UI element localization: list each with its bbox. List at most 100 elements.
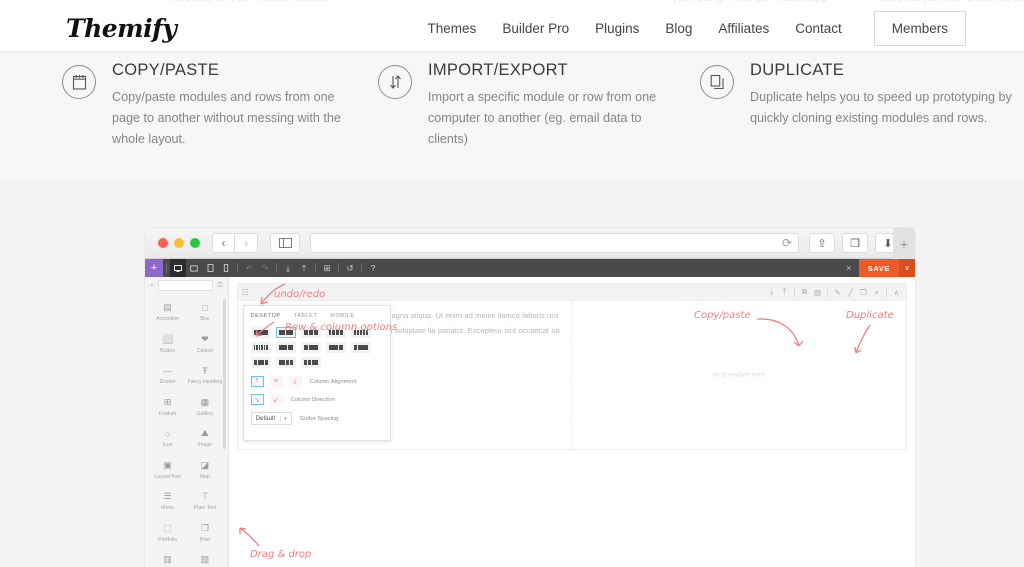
forward-icon[interactable]: › [235, 233, 258, 253]
module-item[interactable]: ❐ Post [186, 523, 223, 544]
module-search-input[interactable] [157, 280, 214, 291]
feature-title: IMPORT/EXPORT [428, 61, 568, 79]
edit-row-icon[interactable]: ╱ [845, 286, 856, 299]
module-item[interactable]: — Divider [149, 365, 186, 386]
share-icon[interactable]: ⇧ [809, 233, 835, 253]
direction-normal-icon[interactable]: ↘ [250, 394, 264, 405]
members-button[interactable]: Members [873, 11, 966, 46]
column-layout-option[interactable] [275, 357, 296, 368]
desktop-view-icon[interactable] [170, 259, 186, 277]
direction-reverse-icon[interactable]: ↙ [269, 394, 283, 405]
align-top-icon[interactable]: ⤒ [250, 376, 264, 387]
close-window-dot[interactable] [158, 238, 168, 248]
column-layout-option[interactable] [350, 342, 371, 353]
save-options-caret-icon[interactable]: ∨ [899, 259, 915, 277]
faded-text-center: your design with our mobile app [672, 0, 827, 4]
module-icon: □ [202, 302, 208, 313]
import-row-icon[interactable]: ⤓ [766, 286, 777, 299]
tab-desktop[interactable]: DESKTOP [251, 313, 281, 319]
module-item[interactable]: ▦ Gallery [186, 397, 223, 418]
delete-row-icon[interactable]: × [871, 286, 882, 299]
row-drag-handle-icon[interactable]: ☷ [242, 288, 249, 297]
module-item[interactable]: ▤ Accordion [149, 302, 186, 323]
mobile-view-icon[interactable] [218, 259, 234, 277]
gutter-spacing-select[interactable]: Default ▾ [250, 412, 292, 425]
module-item[interactable]: ▧Slider [186, 554, 223, 567]
module-item[interactable]: Ŧ Fancy Heading [186, 365, 223, 386]
column-layout-option[interactable] [300, 357, 321, 368]
lock-icon[interactable]: ⚿ [217, 282, 222, 290]
new-tab-icon[interactable]: + [893, 228, 915, 259]
redo-icon[interactable]: ↷ [257, 259, 273, 277]
module-panel-scrollbar[interactable] [222, 299, 226, 449]
module-item[interactable]: ⬜ Button [149, 334, 186, 355]
module-icon: ◪ [200, 459, 210, 470]
import-layout-icon[interactable]: ⤓ [280, 259, 296, 277]
collapse-row-icon[interactable]: ∧ [891, 286, 902, 299]
column-options-panel: DESKTOP TABLET MOBILE ⤒ ≡ ⤓ Column Align… [242, 305, 391, 441]
column-layout-option[interactable] [275, 342, 296, 353]
align-bottom-icon[interactable]: ⤓ [288, 376, 302, 387]
align-middle-icon[interactable]: ≡ [269, 376, 283, 387]
module-label: Gallery [196, 410, 214, 417]
nav-item-affiliates[interactable]: Affiliates [718, 21, 769, 36]
site-logo[interactable]: Themify [66, 14, 177, 43]
style-row-icon[interactable]: ✎ [832, 286, 843, 299]
module-item[interactable]: □ Box [186, 302, 223, 323]
reload-icon[interactable]: ⟳ [782, 236, 792, 250]
module-label: Menu [161, 505, 175, 511]
tablet-view-icon[interactable] [202, 259, 218, 277]
add-module-icon[interactable]: + [145, 259, 163, 277]
revision-icon[interactable]: ↺ [342, 259, 358, 277]
undo-icon[interactable]: ↶ [241, 259, 257, 277]
close-builder-icon[interactable]: × [839, 259, 859, 277]
module-item[interactable]: ⬚ Portfolio [149, 523, 186, 544]
module-item[interactable]: ☰ Menu [149, 491, 186, 512]
module-label: Fancy Heading [187, 379, 223, 385]
url-input[interactable]: ⟳ [310, 233, 799, 253]
column-right[interactable]: drop module here [572, 301, 906, 449]
sidebar-toggle-icon[interactable] [270, 233, 300, 253]
module-item[interactable]: ⊤ Plain Text [186, 491, 223, 512]
module-item[interactable]: ▣ Layout Part [149, 460, 186, 481]
drop-module-hint: drop module here [713, 371, 765, 379]
layout-library-icon[interactable]: ⊞ [319, 259, 335, 277]
nav-item-themes[interactable]: Themes [428, 21, 477, 36]
module-icon: ⛰ [201, 428, 209, 438]
duplicate-row-icon[interactable]: ❐ [858, 286, 869, 299]
module-item[interactable]: ⛰ Image [186, 428, 223, 449]
nav-item-plugins[interactable]: Plugins [595, 21, 639, 36]
column-layout-option[interactable] [300, 327, 321, 338]
nav-item-blog[interactable]: Blog [665, 21, 692, 36]
module-item[interactable]: ▥Pricing [149, 554, 186, 567]
back-icon[interactable]: ‹ [212, 233, 235, 253]
column-layout-option[interactable] [350, 327, 371, 338]
tab-tablet[interactable]: TABLET [294, 313, 318, 319]
column-layout-option[interactable] [275, 327, 296, 338]
maximize-window-dot[interactable] [190, 238, 200, 248]
column-layout-option[interactable] [325, 327, 346, 338]
module-item[interactable]: ◪ Map [186, 460, 223, 481]
tablet-landscape-view-icon[interactable] [186, 259, 202, 277]
copy-row-icon[interactable]: ⧉ [799, 286, 810, 299]
module-item[interactable]: ○ Icon [149, 428, 186, 449]
nav-item-contact[interactable]: Contact [795, 21, 842, 36]
export-layout-icon[interactable]: ⤒ [296, 259, 312, 277]
column-layout-option[interactable] [325, 342, 346, 353]
paste-row-icon[interactable]: ▧ [812, 286, 823, 299]
column-layout-option[interactable] [250, 342, 271, 353]
minimize-window-dot[interactable] [174, 238, 184, 248]
tab-mobile[interactable]: MOBILE [330, 313, 354, 319]
export-row-icon[interactable]: ⤒ [779, 286, 790, 299]
column-layout-option[interactable] [300, 342, 321, 353]
help-icon[interactable]: ? [365, 259, 381, 277]
column-layout-option[interactable] [250, 327, 271, 338]
module-item[interactable]: ❤ Callout [186, 334, 223, 355]
save-button[interactable]: SAVE [858, 259, 899, 277]
column-layout-option[interactable] [250, 357, 271, 368]
module-label: Icon [162, 442, 173, 448]
tabs-icon[interactable]: ❐ [842, 233, 868, 253]
module-icon: ⊞ [163, 396, 172, 407]
module-item[interactable]: ⊞ Feature [149, 397, 186, 418]
nav-item-builder-pro[interactable]: Builder Pro [502, 21, 569, 36]
